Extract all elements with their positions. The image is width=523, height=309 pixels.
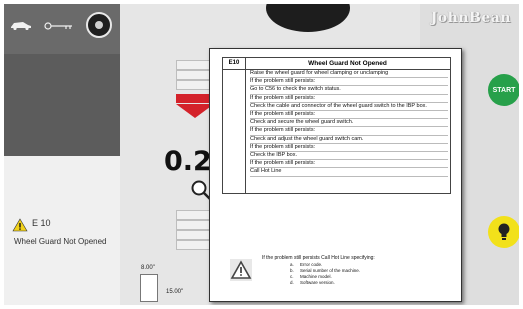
lightbulb-icon xyxy=(498,223,510,240)
dialog-title: Wheel Guard Not Opened xyxy=(308,60,387,67)
dialog-code: E10 xyxy=(223,58,246,69)
instruction-line: Check and secure the wheel guard switch. xyxy=(250,119,448,128)
car-icon xyxy=(11,22,31,30)
instruction-line: Check and adjust the wheel guard switch … xyxy=(250,136,448,144)
brand-logo: JohnBean xyxy=(430,10,511,26)
warning-icon xyxy=(230,259,252,281)
instruction-line: If the problem still persists: xyxy=(250,95,448,103)
error-dialog: E10 Wheel Guard Not Opened Raise the whe… xyxy=(209,48,462,302)
hotline-item: d. Software version. xyxy=(290,280,335,285)
instruction-line: Go to C56 to check the switch status. xyxy=(250,86,448,95)
instruction-line: Call Hot Line xyxy=(250,168,448,177)
left-panel: E 10 Wheel Guard Not Opened xyxy=(4,4,120,305)
instruction-line: Check the IBP box. xyxy=(250,152,448,161)
weight-readout: 0.2 xyxy=(164,146,212,177)
warning-icon xyxy=(12,218,28,232)
instruction-line: If the problem still persists: xyxy=(250,111,448,120)
wheel-icon xyxy=(140,274,158,302)
dialog-body: Raise the wheel guard for wheel clamping… xyxy=(222,69,451,194)
width-dimension: 8.00" xyxy=(141,265,155,271)
instruction-list: Raise the wheel guard for wheel clamping… xyxy=(250,70,448,177)
app-frame: E 10 Wheel Guard Not Opened JohnBean 0.2… xyxy=(4,4,519,305)
hotline-intro: If the problem still persists Call Hot L… xyxy=(262,255,375,261)
diameter-dimension: 15.00" xyxy=(166,289,184,295)
error-code: E 10 xyxy=(32,218,51,228)
help-button[interactable] xyxy=(488,216,519,248)
hotline-list: a. Error code. b. Serial number of the mac… xyxy=(290,262,360,286)
instruction-line: If the problem still persists: xyxy=(250,160,448,169)
error-description: Wheel Guard Not Opened xyxy=(14,237,107,246)
instruction-line: If the problem still persists: xyxy=(250,144,448,153)
dial-icon[interactable] xyxy=(86,12,112,38)
key-icon xyxy=(44,22,72,30)
start-button[interactable]: START xyxy=(488,74,519,106)
instruction-line: If the problem still persists: xyxy=(250,78,448,87)
top-status-bar xyxy=(4,4,120,54)
instruction-line: Raise the wheel guard for wheel clamping… xyxy=(250,70,448,79)
instruction-line: Check the cable and connector of the whe… xyxy=(250,103,448,112)
instruction-line: If the problem still persists: xyxy=(250,127,448,136)
column-divider xyxy=(245,69,246,193)
